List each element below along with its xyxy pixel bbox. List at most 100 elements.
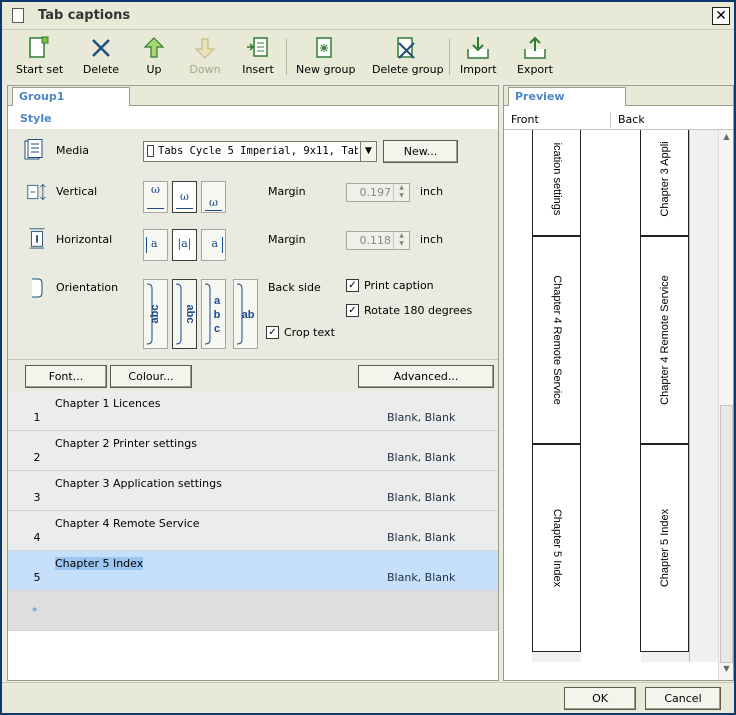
title-bar: Tab captions ✕ [2, 2, 734, 30]
orientation-option-4[interactable]: ab [233, 279, 258, 349]
column-divider [610, 112, 611, 128]
new-group-button[interactable]: New group [296, 35, 355, 79]
tab-preview[interactable]: Preview [508, 87, 626, 106]
export-button[interactable]: Export [516, 35, 554, 79]
row-value: Blank, Blank [387, 571, 456, 584]
back-tab-5: Chapter 5 Index [640, 444, 689, 652]
cancel-button[interactable]: Cancel [645, 687, 721, 710]
front-tab-4: Chapter 4 Remote Service [532, 236, 581, 444]
preview-scrollbar[interactable]: ▲ ▼ [718, 130, 733, 680]
row-value: Blank, Blank [387, 451, 456, 464]
scroll-down-icon[interactable]: ▼ [721, 664, 732, 673]
orientation-icon [32, 278, 43, 298]
row-value: Blank, Blank [387, 491, 456, 504]
delete-group-button[interactable]: Delete group [372, 35, 444, 79]
rotate-180-label: Rotate 180 degrees [364, 304, 473, 317]
font-button[interactable]: Font... [25, 365, 107, 388]
horizontal-center-button[interactable]: |a| [172, 229, 197, 261]
style-section-label: Style [8, 107, 498, 129]
spinner-arrows-icon[interactable]: ▲ ▼ [393, 232, 409, 249]
import-icon [467, 37, 489, 59]
insert-button[interactable]: Insert [240, 35, 276, 79]
delete-button[interactable]: Delete [82, 35, 120, 79]
preview-column-header: Front Back [504, 110, 733, 130]
row-value: Blank, Blank [387, 531, 456, 544]
horizontal-left-button[interactable]: a [143, 229, 168, 261]
row-number: 2 [33, 451, 41, 464]
row-caption[interactable]: Chapter 2 Printer settings [55, 437, 197, 450]
vertical-label: Vertical [56, 185, 98, 198]
style-button-row: Font... Colour... Advanced... [8, 359, 498, 391]
delete-group-icon [397, 37, 415, 59]
horizontal-margin-field[interactable]: 0.118 ▲ ▼ [346, 231, 410, 250]
preview-canvas: ication settings Chapter 4 Remote Servic… [504, 130, 718, 662]
scrollbar-thumb[interactable] [720, 405, 733, 663]
svg-text:a: a [214, 295, 221, 307]
new-group-icon [316, 37, 332, 58]
media-select[interactable]: Tabs Cycle 5 Imperial, 9x11, Tab (I... ▼ [143, 141, 377, 162]
scroll-up-icon[interactable]: ▲ [721, 132, 732, 141]
row-caption[interactable]: Chapter 4 Remote Service [55, 517, 200, 530]
horizontal-margin-label: Margin [268, 233, 306, 246]
horizontal-align-icon [29, 228, 45, 249]
row-number: 1 [33, 411, 41, 424]
orientation-option-3[interactable]: abc [201, 279, 226, 349]
row-caption[interactable]: Chapter 1 Licences [55, 397, 161, 410]
back-tab-4: Chapter 4 Remote Service [640, 236, 689, 444]
front-tab-5: Chapter 5 Index [532, 444, 581, 652]
colour-button[interactable]: Colour... [110, 365, 192, 388]
table-row[interactable]: 1 Chapter 1 Licences Blank, Blank [8, 391, 498, 431]
vertical-middle-button[interactable]: ω [172, 181, 197, 213]
document-icon [12, 8, 24, 23]
vertical-bottom-button[interactable]: ω [201, 181, 226, 213]
orientation-label: Orientation [56, 281, 119, 294]
style-panel: Media Tabs Cycle 5 Imperial, 9x11, Tab (… [8, 129, 498, 359]
dialog-window: Tab captions ✕ Start set Delete Up Down … [0, 0, 736, 715]
chevron-down-icon[interactable]: ▼ [360, 142, 376, 161]
tab-text-rotated-icon: abc [175, 283, 196, 345]
start-set-button[interactable]: Start set [16, 35, 63, 79]
back-side-label: Back side [268, 281, 321, 294]
vertical-margin-field[interactable]: 0.197 ▲ ▼ [346, 183, 410, 202]
vertical-margin-label: Margin [268, 185, 306, 198]
up-button[interactable]: Up [140, 35, 168, 79]
arrow-up-icon [143, 37, 165, 58]
orientation-option-2[interactable]: abc [172, 279, 197, 349]
crop-text-checkbox[interactable]: ✓ [266, 326, 279, 339]
down-button[interactable]: Down [188, 35, 222, 79]
ok-button[interactable]: OK [564, 687, 636, 710]
media-swatch-icon [147, 145, 154, 157]
table-row[interactable]: 4 Chapter 4 Remote Service Blank, Blank [8, 511, 498, 551]
close-button[interactable]: ✕ [712, 7, 730, 25]
new-media-button[interactable]: New... [383, 140, 458, 163]
window-title: Tab captions [38, 8, 131, 23]
print-caption-checkbox[interactable]: ✓ [346, 279, 359, 292]
vertical-align-icon [27, 183, 46, 201]
row-number: 5 [33, 571, 41, 584]
import-button[interactable]: Import [460, 35, 497, 79]
table-row[interactable]: 5 Chapter 5 Index Blank, Blank [8, 551, 498, 591]
tab-group1[interactable]: Group1 [12, 87, 130, 106]
svg-text:abc: abc [149, 305, 161, 324]
left-pane: Group1 Style Media Tabs Cycle 5 Imperial… [7, 85, 499, 681]
rotate-180-checkbox[interactable]: ✓ [346, 304, 359, 317]
row-caption[interactable]: Chapter 5 Index [55, 557, 144, 570]
front-page-body [504, 130, 532, 662]
orientation-option-1[interactable]: abc [143, 279, 168, 349]
vertical-top-button[interactable]: ω [143, 181, 168, 213]
insert-icon [247, 37, 268, 57]
advanced-button[interactable]: Advanced... [358, 365, 494, 388]
new-row-marker: * [32, 605, 38, 618]
spinner-arrows-icon[interactable]: ▲ ▼ [393, 184, 409, 201]
row-caption[interactable]: Chapter 3 Application settings [55, 477, 222, 490]
svg-text:ab: ab [242, 309, 255, 321]
toolbar: Start set Delete Up Down Insert New grou… [2, 31, 734, 81]
table-row[interactable]: 2 Chapter 2 Printer settings Blank, Blank [8, 431, 498, 471]
new-row[interactable]: * [8, 591, 498, 631]
crop-text-label: Crop text [284, 326, 335, 339]
table-row[interactable]: 3 Chapter 3 Application settings Blank, Bl… [8, 471, 498, 511]
delete-icon [92, 39, 110, 57]
back-page-body [581, 130, 641, 662]
preview-tab-strip: Preview [504, 86, 733, 106]
horizontal-right-button[interactable]: a [201, 229, 226, 261]
